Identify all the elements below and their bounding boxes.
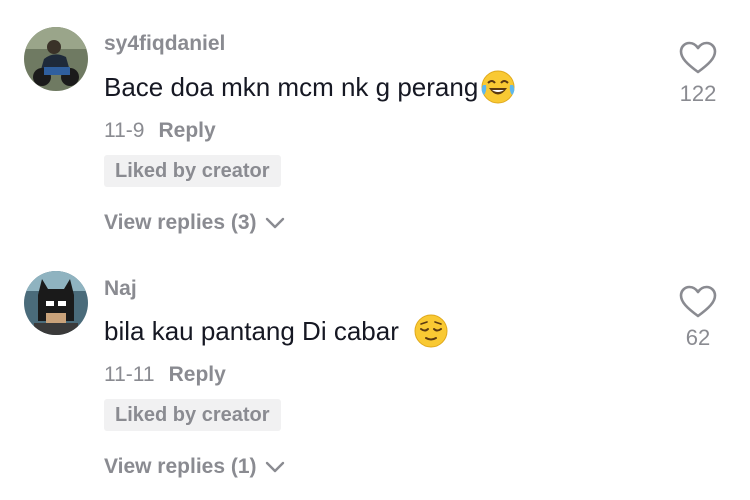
comment-text-body: bila kau pantang Di cabar	[104, 315, 399, 346]
like-control: 122	[670, 41, 726, 107]
view-replies-label: View replies (1)	[104, 455, 257, 478]
heart-icon[interactable]	[679, 41, 717, 75]
avatar[interactable]	[24, 271, 88, 335]
comment-text: Bace doa mkn mcm nk g perang	[104, 69, 516, 105]
view-replies-button[interactable]: View replies (3)	[104, 211, 285, 235]
comment-date: 11-9	[104, 119, 145, 142]
chevron-down-icon	[265, 217, 284, 229]
comment-username[interactable]: sy4fiqdaniel	[104, 32, 225, 56]
avatar[interactable]	[24, 27, 88, 91]
face-with-tears-of-joy-icon	[481, 70, 515, 104]
comment-username[interactable]: Naj	[104, 277, 137, 301]
comment-meta: 11-9 Reply	[104, 119, 216, 143]
like-count: 62	[685, 325, 711, 350]
user-avatar-motorbike-icon	[24, 27, 88, 91]
comment-meta: 11-11 Reply	[104, 363, 226, 387]
user-avatar-masked-icon	[24, 271, 88, 335]
reply-button[interactable]: Reply	[158, 119, 215, 142]
relieved-face-icon	[414, 314, 448, 348]
liked-by-creator-badge: Liked by creator	[104, 399, 281, 431]
comment-date: 11-11	[104, 363, 155, 386]
heart-icon[interactable]	[679, 285, 717, 319]
view-replies-label: View replies (3)	[104, 211, 257, 234]
comment-text-body: Bace doa mkn mcm nk g perang	[104, 71, 479, 102]
view-replies-button[interactable]: View replies (1)	[104, 455, 285, 479]
liked-by-creator-badge: Liked by creator	[104, 155, 281, 187]
like-count: 122	[679, 81, 717, 106]
like-control: 62	[670, 285, 726, 351]
comment-text: bila kau pantang Di cabar	[104, 313, 449, 349]
reply-button[interactable]: Reply	[169, 363, 226, 386]
chevron-down-icon	[265, 461, 284, 473]
